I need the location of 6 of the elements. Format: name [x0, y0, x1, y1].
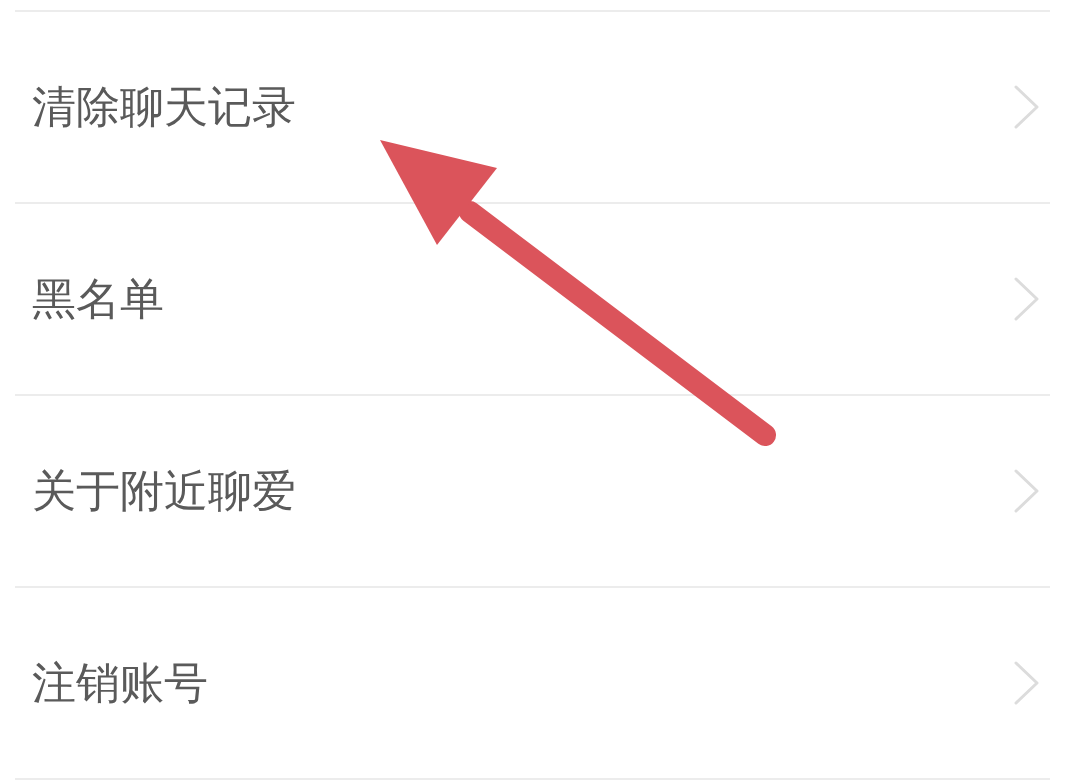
menu-item[interactable]: 关于附近聊爱	[15, 396, 1050, 588]
menu-item[interactable]: 注销账号	[15, 588, 1050, 780]
chevron-right-icon	[1014, 277, 1040, 321]
chevron-right-icon	[1014, 469, 1040, 513]
chevron-right-icon	[1014, 85, 1040, 129]
chevron-right-icon	[1014, 661, 1040, 705]
